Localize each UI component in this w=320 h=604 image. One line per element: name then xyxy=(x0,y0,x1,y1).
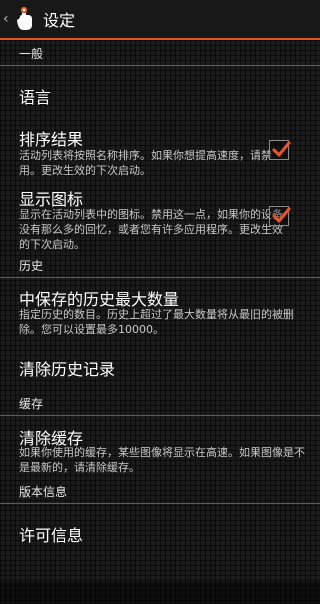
pref-title: 清除历史记录 xyxy=(19,360,116,379)
action-bar: ‹ 设定 xyxy=(0,0,320,40)
sort-results-checkbox[interactable] xyxy=(269,140,291,160)
pref-summary: 如果你使用的缓存，某些图像将显示在高速。如果图像是不是最新的，请清除缓存。 xyxy=(19,446,305,474)
category-cache: 缓存 xyxy=(0,392,320,416)
category-label: 版本信息 xyxy=(19,485,68,499)
checkmark-icon xyxy=(272,141,291,157)
pref-license[interactable]: 许可信息 xyxy=(0,506,320,558)
pref-summary: 显示在活动列表中的图标。禁用这一点，如果你的设备没有那么多的回忆，或者您有许多应… xyxy=(19,208,283,251)
pref-language[interactable]: 语言 xyxy=(0,68,320,120)
settings-list: 一般 语言 排序结果 活动列表将按照名称排序。如果你想提高速度，请禁用。更改生效… xyxy=(0,42,320,604)
pref-summary: 指定历史的数目。历史上超过了最大数量将从最旧的被删除。您可以设置最多10000。 xyxy=(19,308,294,336)
pref-title: 排序结果 xyxy=(19,130,84,149)
category-version: 版本信息 xyxy=(0,480,320,504)
pref-clear-history[interactable]: 清除历史记录 xyxy=(0,340,320,392)
category-label: 一般 xyxy=(19,47,44,61)
pref-clear-cache[interactable]: 清除缓存 如果你使用的缓存，某些图像将显示在高速。如果图像是不是最新的，请清除缓… xyxy=(0,416,320,486)
hand-pointer-icon[interactable] xyxy=(14,5,38,33)
pref-max-history[interactable]: 中保存的历史最大数量 指定历史的数目。历史上超过了最大数量将从最旧的被删除。您可… xyxy=(0,278,320,340)
pref-sort-results[interactable]: 排序结果 活动列表将按照名称排序。如果你想提高速度，请禁用。更改生效的下次启动。 xyxy=(0,122,320,184)
bottom-shade xyxy=(0,582,320,604)
category-label: 历史 xyxy=(19,259,44,273)
pref-summary: 活动列表将按照名称排序。如果你想提高速度，请禁用。更改生效的下次启动。 xyxy=(19,149,272,177)
category-history: 历史 xyxy=(0,254,320,278)
pref-title: 语言 xyxy=(19,88,52,107)
category-general: 一般 xyxy=(0,42,320,66)
page-title: 设定 xyxy=(43,11,76,30)
pref-title: 许可信息 xyxy=(19,526,84,545)
category-label: 缓存 xyxy=(19,397,44,411)
pref-show-icons[interactable]: 显示图标 显示在活动列表中的图标。禁用这一点，如果你的设备没有那么多的回忆，或者… xyxy=(0,184,320,262)
checkmark-icon xyxy=(272,207,291,223)
show-icons-checkbox[interactable] xyxy=(269,206,291,226)
back-chevron-icon[interactable]: ‹ xyxy=(3,12,13,26)
